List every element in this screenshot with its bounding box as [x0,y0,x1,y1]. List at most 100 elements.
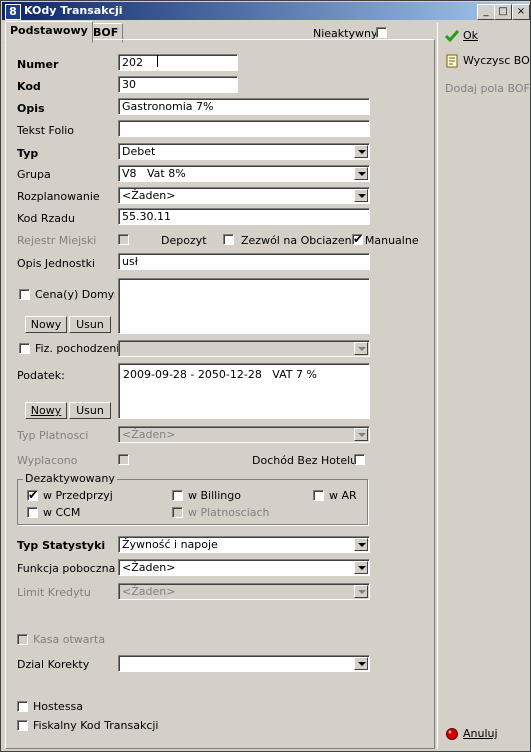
rozplanowanie-value: <Żaden> [122,189,176,202]
app-icon: 8 [5,4,21,20]
dezaktywowany-label: Dezaktywowany [23,472,117,485]
w-platnosciach-checkbox[interactable] [172,507,183,518]
grupa-select[interactable]: V8 Vat 8% [118,165,370,182]
podatek-list[interactable]: 2009-09-28 - 2050-12-28 VAT 7 % [118,363,370,419]
kasa-otwarta-label: Kasa otwarta [33,633,106,646]
chevron-down-icon[interactable] [354,657,368,670]
side-panel [437,23,531,749]
inactive-checkbox[interactable] [376,27,387,38]
close-button[interactable]: × [512,4,530,20]
w-przedprzyj-label: w Przedprzyj [43,489,113,502]
fiskalny-checkbox[interactable] [17,720,28,731]
typ-platnosci-value: <Żaden> [122,428,176,441]
chevron-down-icon[interactable] [354,145,368,158]
grupa-value: V8 Vat 8% [122,167,186,180]
wyczysc-bof-button[interactable]: Wyczysc BOF [445,54,531,68]
fiz-pochodzenie-checkbox[interactable] [19,343,30,354]
dzial-korekty-select[interactable] [118,655,370,672]
window-title: KOdy Transakcji [24,4,123,17]
dodaj-pola-bof-button[interactable]: Dodaj pola BOF [445,82,530,95]
typ-label: Typ [17,147,39,160]
tekst-folio-input[interactable] [118,120,370,137]
funkcja-poboczna-label: Funkcja poboczna Fo [17,562,117,575]
ceny-domyslne-list[interactable] [118,278,370,334]
window: 8 KOdy Transakcji _ □ × Podstawowy BOF N… [0,0,531,752]
typ-platnosci-select[interactable]: <Żaden> [118,426,370,443]
limit-kredytu-label: Limit Kredytu [17,586,91,599]
typ-statystyki-value: Żywność i napoje [122,538,218,551]
opis-jednostki-input[interactable]: usł [118,253,370,270]
rejestr-miejski-label: Rejestr Miejski [17,234,97,247]
tab-podstawowy[interactable]: Podstawowy [5,21,93,43]
titlebar: 8 KOdy Transakcji _ □ × [2,2,530,20]
fiskalny-label: Fiskalny Kod Transakcji [33,719,159,732]
fiz-pochodzenie-select[interactable] [118,340,370,357]
anuluj-label: Anuluj [463,727,498,740]
maximize-button[interactable]: □ [494,4,512,20]
chevron-down-icon[interactable] [354,167,368,180]
chevron-down-icon[interactable] [354,585,368,598]
w-platnosciach-label: w Platnosciach [188,506,270,519]
hostessa-label: Hostessa [33,700,84,713]
numer-label: Numer [17,58,59,71]
ceny-domyslne-label: Cena(y) Domyslne [35,288,115,301]
numer-input[interactable]: 202 [118,54,238,71]
opis-jednostki-label: Opis Jednostki [17,257,96,270]
chevron-down-icon[interactable] [354,538,368,551]
eraser-icon [446,54,458,68]
opis-input[interactable]: Gastronomia 7% [118,98,370,115]
minimize-button[interactable]: _ [477,4,495,20]
limit-kredytu-select[interactable]: <Żaden> [118,583,370,600]
w-ar-label: w AR [329,489,357,502]
typ-value: Debet [122,145,156,158]
w-billingo-label: w Billingo [188,489,241,502]
tekst-folio-label: Tekst Folio [17,124,75,137]
w-ccm-label: w CCM [43,506,81,519]
w-billingo-checkbox[interactable] [172,490,183,501]
anuluj-button[interactable]: Anuluj [445,727,498,741]
wyplacono-checkbox[interactable] [118,454,129,465]
ceny-domyslne-checkbox[interactable] [19,289,30,300]
nowy-cena-button[interactable]: Nowy [25,316,67,333]
kod-label: Kod [17,80,41,93]
funkcja-poboczna-value: <Żaden> [122,561,176,574]
dochod-label: Dochód Bez Hotelu [252,454,358,467]
chevron-down-icon[interactable] [354,428,368,441]
text-cursor [157,55,158,67]
w-ar-checkbox[interactable] [313,490,324,501]
usun-cena-button[interactable]: Usun [69,316,111,333]
w-ccm-checkbox[interactable] [27,507,38,518]
grupa-label: Grupa [17,168,51,181]
kod-input[interactable]: 30 [118,76,238,93]
dzial-korekty-label: Dzial Korekty [17,658,90,671]
kod-rzadu-input[interactable]: 55.30.11 [118,208,370,225]
kasa-otwarta-checkbox[interactable] [17,634,28,645]
nowy-podatek-button[interactable]: Nowy [25,402,67,419]
ok-button[interactable]: Ok [445,29,478,43]
wyplacono-label: Wyplacono [17,454,78,467]
chevron-down-icon[interactable] [354,189,368,202]
hostessa-checkbox[interactable] [17,701,28,712]
ok-label: Ok [463,29,479,42]
rozplanowanie-select[interactable]: <Żaden> [118,187,370,204]
zezwol-label: Zezwól na Obciazenie Manualne [241,234,419,247]
typ-statystyki-label: Typ Statystyki [17,539,106,552]
chevron-down-icon[interactable] [354,561,368,574]
typ-statystyki-select[interactable]: Żywność i napoje [118,536,370,553]
podatek-label: Podatek: [17,369,65,382]
chevron-down-icon[interactable] [354,342,368,355]
w-przedprzyj-checkbox[interactable]: ✔ [27,489,38,501]
funkcja-poboczna-select[interactable]: <Żaden> [118,559,370,576]
zezwol-checkbox[interactable]: ✔ [352,233,363,245]
usun-podatek-button[interactable]: Usun [69,402,111,419]
cancel-icon [446,728,458,740]
rejestr-miejski-checkbox[interactable] [118,234,129,245]
fiz-pochodzenie-label: Fiz. pochodzenie [35,342,127,355]
depozyt-checkbox[interactable] [223,234,234,245]
limit-kredytu-value: <Żaden> [122,585,176,598]
wyczysc-bof-label: Wyczysc BOF [463,54,531,67]
podatek-item[interactable]: 2009-09-28 - 2050-12-28 VAT 7 % [123,368,317,381]
dochod-checkbox[interactable] [354,454,365,465]
typ-select[interactable]: Debet [118,143,370,160]
rozplanowanie-label: Rozplanowanie [17,190,100,203]
